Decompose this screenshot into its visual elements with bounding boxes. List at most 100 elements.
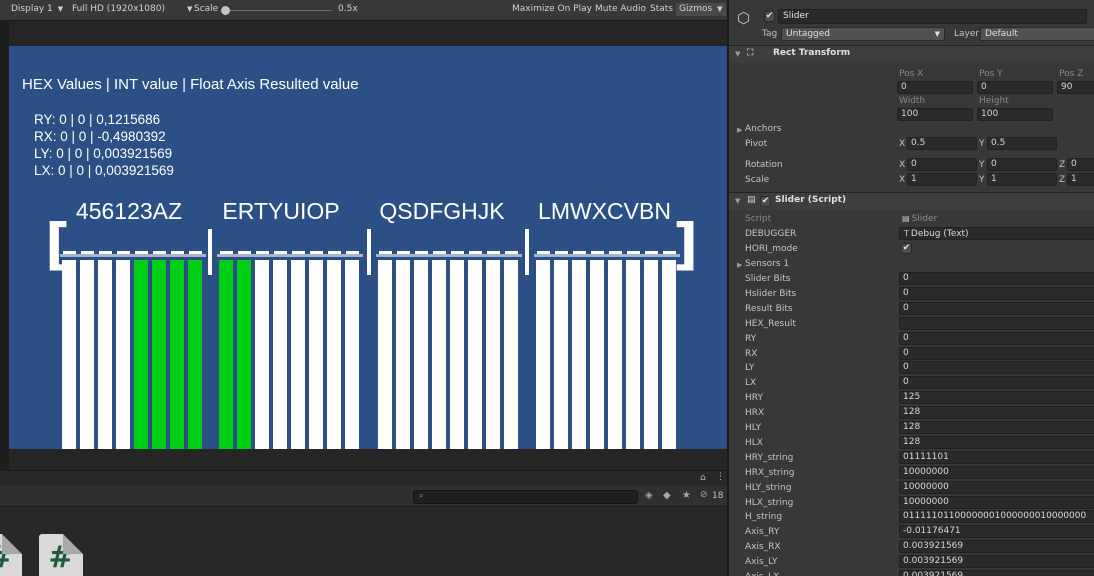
scale-value: 0.5x — [338, 4, 358, 14]
group-label-3: QSDFGHJK — [379, 198, 505, 224]
stats-toggle[interactable]: Stats — [650, 4, 673, 14]
resolution-dropdown[interactable]: Full HD (1920x1080) ▼ — [72, 4, 192, 14]
foldout-arrow-icon[interactable]: ▶ — [737, 261, 742, 269]
text-component-icon: T — [904, 229, 909, 238]
slider-bits-field[interactable]: 0 — [899, 272, 1094, 285]
bit-bar-off — [414, 260, 428, 449]
script-object-field[interactable]: ▤ Slider — [902, 214, 937, 224]
ry-field[interactable]: 0 — [899, 332, 1094, 345]
chevron-down-icon: ▼ — [186, 5, 193, 13]
rotation-x-field[interactable]: 0 — [907, 158, 977, 171]
mute-audio-toggle[interactable]: Mute Audio — [595, 4, 646, 14]
hslider-bits-field[interactable]: 0 — [899, 287, 1094, 300]
gameobject-active-checkbox[interactable]: ✔ — [764, 11, 775, 22]
game-view: Display 1 ▼ Full HD (1920x1080) ▼ Scale 0.… — [0, 0, 727, 470]
h-string-field[interactable]: 01111101100000001000000010000000 — [899, 510, 1094, 523]
axis-ly-field[interactable]: 0.003921569 — [899, 555, 1094, 568]
pivot-x-field[interactable]: 0.5 — [907, 137, 977, 150]
pos-y-field[interactable]: 0 — [977, 81, 1053, 94]
csharp-script-icon[interactable]: # — [39, 534, 83, 576]
foldout-arrow-icon[interactable]: ▼ — [735, 197, 740, 205]
bit-bar-off — [662, 260, 676, 449]
hrx-string-field[interactable]: 10000000 — [899, 466, 1094, 479]
axis-rx-field[interactable]: 0.003921569 — [899, 540, 1094, 553]
bit-bar-off — [327, 260, 341, 449]
rx-field[interactable]: 0 — [899, 347, 1094, 360]
game-view-left-edge — [0, 21, 9, 470]
hlx-field[interactable]: 128 — [899, 436, 1094, 449]
axis-lx-field[interactable]: 0.003921569 — [899, 570, 1094, 576]
hlx-string-field[interactable]: 10000000 — [899, 496, 1094, 509]
width-field[interactable]: 100 — [897, 108, 973, 121]
hrx-field[interactable]: 128 — [899, 406, 1094, 419]
debugger-object-field[interactable]: T Debug (Text) — [899, 227, 1094, 240]
ly-field[interactable]: 0 — [899, 361, 1094, 374]
hly-field[interactable]: 128 — [899, 421, 1094, 434]
rx-label: RX — [745, 349, 758, 359]
lock-icon[interactable]: ⌂ — [700, 473, 706, 483]
favorites-star-icon[interactable]: ★ — [682, 490, 691, 501]
height-field[interactable]: 100 — [977, 108, 1053, 121]
layer-value: Default — [985, 29, 1018, 39]
bit-bar-off — [504, 260, 518, 449]
pos-z-field[interactable]: 90 — [1057, 81, 1094, 94]
result-bits-field[interactable]: 0 — [899, 302, 1094, 315]
display-label: Display 1 — [11, 4, 53, 14]
rotation-z-axis-label: Z — [1059, 160, 1066, 170]
scale-y-field[interactable]: 1 — [987, 173, 1057, 186]
scale-z-field[interactable]: 1 — [1067, 173, 1094, 186]
game-canvas[interactable]: HEX Values | INT value | Float Axis Resu… — [9, 46, 727, 449]
maximize-on-play-toggle[interactable]: Maximize On Play — [512, 4, 592, 14]
scale-y-axis-label: Y — [979, 175, 985, 185]
tag-dropdown[interactable]: Untagged ▼ — [781, 27, 945, 41]
display-dropdown[interactable]: Display 1 ▼ — [11, 4, 63, 14]
bit-underline — [376, 254, 522, 257]
hidden-packages-count[interactable]: 18 — [712, 491, 723, 501]
bit-bar-off — [468, 260, 482, 449]
rotation-y-field[interactable]: 0 — [987, 158, 1057, 171]
gizmos-dropdown[interactable]: Gizmos ▼ — [676, 3, 726, 16]
hry-field[interactable]: 125 — [899, 391, 1094, 404]
lx-field[interactable]: 0 — [899, 376, 1094, 389]
bit-bar-on — [170, 260, 184, 449]
axis-ry-field[interactable]: -0.01176471 — [899, 525, 1094, 538]
scale-slider-handle[interactable] — [221, 6, 230, 15]
pivot-y-field[interactable]: 0.5 — [987, 137, 1057, 150]
search-by-label-icon[interactable]: ◆ — [663, 490, 671, 501]
project-search-input[interactable]: ⌕ — [413, 490, 638, 504]
debugger-value: Debug (Text) — [910, 229, 969, 239]
layer-label: Layer — [954, 29, 980, 39]
bit-bar-off — [345, 260, 359, 449]
hori-mode-checkbox[interactable]: ✔ — [901, 243, 912, 254]
bit-bar-on — [188, 260, 202, 449]
bit-bar-off — [536, 260, 550, 449]
search-by-type-icon[interactable]: ◈ — [645, 490, 653, 501]
gameobject-name-field[interactable]: Slider — [778, 9, 1087, 24]
chevron-down-icon: ▼ — [934, 30, 940, 38]
eye-slash-icon[interactable]: ⊘ — [700, 490, 708, 500]
script-value: Slider — [911, 214, 938, 224]
slider-script-header[interactable]: ▼ ▤ ✔ Slider (Script) — [729, 193, 1094, 210]
rect-transform-header[interactable]: ▼ ⛶ Rect Transform — [729, 46, 1094, 63]
anchors-label[interactable]: Anchors — [745, 124, 781, 134]
bit-bar-on — [152, 260, 166, 449]
bit-bar-off — [608, 260, 622, 449]
hry-string-field[interactable]: 01111101 — [899, 451, 1094, 464]
sensors-foldout[interactable]: Sensors 1 — [745, 259, 789, 269]
pos-x-field[interactable]: 0 — [897, 81, 973, 94]
axis-ly-label: Axis_LY — [745, 557, 778, 567]
more-options-icon[interactable]: ⋮ — [716, 472, 725, 482]
foldout-arrow-icon[interactable]: ▼ — [735, 50, 740, 58]
hex-result-field[interactable] — [899, 317, 1094, 330]
foldout-arrow-icon[interactable]: ▶ — [737, 126, 742, 134]
slider-bits-label: Slider Bits — [745, 274, 791, 284]
hly-string-field[interactable]: 10000000 — [899, 481, 1094, 494]
layer-dropdown[interactable]: Default — [980, 27, 1094, 41]
debug-line-rx: RX: 0 | 0 | -0,4980392 — [34, 129, 166, 144]
csharp-script-icon[interactable]: # — [0, 534, 22, 576]
rotation-z-field[interactable]: 0 — [1067, 158, 1094, 171]
scale-slider-track[interactable] — [228, 10, 332, 11]
debug-line-lx: LX: 0 | 0 | 0,003921569 — [34, 163, 174, 178]
script-enabled-checkbox[interactable]: ✔ — [760, 196, 771, 207]
scale-x-field[interactable]: 1 — [907, 173, 977, 186]
